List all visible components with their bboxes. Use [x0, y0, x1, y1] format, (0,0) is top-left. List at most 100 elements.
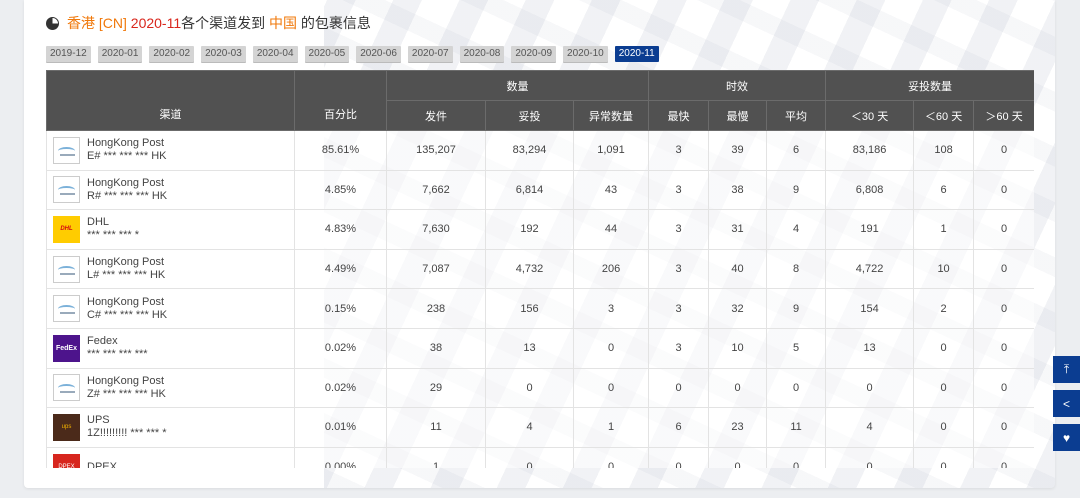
title-destination: 中国 — [269, 15, 298, 31]
channel-text: DHL *** *** *** * — [87, 216, 139, 242]
cell-abnormal: 43 — [572, 169, 650, 211]
channel-info: HongKong Post C# *** *** *** HK — [53, 295, 294, 323]
cell-avg: 8 — [766, 248, 827, 290]
cell-fast: 3 — [648, 288, 710, 329]
channel-name[interactable]: HongKong Post — [87, 375, 166, 388]
cell-pct: 4.85% — [294, 169, 387, 211]
cell-avg: 9 — [766, 288, 827, 329]
carrier-logo-icon — [53, 374, 80, 402]
channel-info: DPEX DPEX — [53, 453, 294, 468]
heart-icon[interactable]: ♥ — [1053, 424, 1080, 451]
cell-sent: 38 — [386, 327, 486, 369]
cell-delivered: 4,732 — [485, 248, 574, 290]
month-tab-2020-02[interactable]: 2020-02 — [149, 46, 195, 62]
channel-text: HongKong Post C# *** *** *** HK — [87, 296, 167, 322]
cell-gt60: 0 — [973, 248, 1034, 290]
channel-name[interactable]: HongKong Post — [87, 296, 167, 309]
carrier-logo-icon — [53, 295, 80, 323]
carrier-logo-icon — [53, 255, 80, 283]
channel-code: 1Z!!!!!!!!! *** *** * — [87, 427, 167, 440]
cell-avg: 5 — [766, 327, 827, 369]
cell-slow: 32 — [708, 288, 768, 329]
cell-delivered: 0 — [485, 446, 574, 468]
month-tab-2020-06[interactable]: 2020-06 — [356, 46, 401, 62]
back-to-top-icon[interactable]: ⤒ — [1053, 356, 1080, 383]
cell-lt30: 6,808 — [825, 169, 915, 211]
header-channel: 渠道 — [46, 70, 295, 131]
cell-sent: 7,087 — [386, 248, 486, 290]
carrier-logo-icon — [53, 176, 80, 204]
channel-name[interactable]: HongKong Post — [87, 256, 165, 269]
cell-lt60: 10 — [913, 248, 975, 290]
month-tab-2020-10[interactable]: 2020-10 — [563, 46, 608, 62]
channel-name[interactable]: HongKong Post — [87, 177, 167, 190]
cell-slow: 39 — [708, 130, 768, 171]
header-time-group: 时效 — [648, 70, 827, 101]
cell-abnormal: 0 — [572, 367, 650, 409]
cell-slow: 0 — [708, 367, 768, 409]
cell-avg: 0 — [766, 367, 827, 409]
cell-gt60: 0 — [973, 288, 1034, 329]
month-tab-2020-09[interactable]: 2020-09 — [511, 46, 557, 62]
share-icon[interactable]: < — [1053, 390, 1080, 417]
month-tab-2020-08[interactable]: 2020-08 — [459, 46, 505, 62]
month-tab-2020-07[interactable]: 2020-07 — [407, 46, 453, 62]
channel-cell: HongKong Post E# *** *** *** HK — [46, 130, 295, 171]
channel-name[interactable]: UPS — [87, 414, 166, 427]
channel-name[interactable]: Fedex — [87, 335, 148, 348]
header-lt60: ＜60 天 — [913, 100, 975, 131]
cell-fast: 3 — [648, 130, 710, 171]
header-sent: 发件 — [386, 100, 486, 131]
channel-name[interactable]: DPEX — [87, 461, 117, 468]
cell-delivered: 13 — [485, 327, 574, 369]
cell-slow: 31 — [708, 209, 768, 250]
cell-pct: 0.15% — [294, 288, 387, 329]
cell-lt60: 0 — [913, 327, 975, 369]
header-slowest: 最慢 — [708, 100, 768, 131]
title-period: 2020-11 — [130, 15, 182, 31]
cell-slow: 40 — [708, 248, 768, 290]
channel-code: *** *** *** *** — [87, 348, 148, 361]
header-lt30: ＜30 天 — [825, 100, 915, 131]
cell-delivered: 83,294 — [485, 130, 574, 171]
channel-text: DPEX — [87, 461, 117, 468]
cell-sent: 1 — [386, 446, 486, 468]
carrier-logo-icon: DHL — [53, 215, 80, 243]
cell-lt60: 6 — [913, 169, 975, 211]
table-row: HongKong Post L# *** *** *** HK 4.49% 7,087… — [46, 248, 1034, 290]
cell-delivered: 192 — [485, 209, 574, 250]
cell-avg: 9 — [766, 169, 827, 211]
cell-abnormal: 44 — [572, 209, 650, 250]
month-tab-2020-05[interactable]: 2020-05 — [304, 46, 350, 62]
channel-info: ups UPS 1Z!!!!!!!!! *** *** * — [53, 413, 294, 441]
cell-sent: 7,630 — [386, 209, 486, 250]
cell-slow: 38 — [708, 169, 768, 211]
channel-info: HongKong Post R# *** *** *** HK — [53, 176, 294, 204]
cell-avg: 0 — [766, 446, 827, 468]
channel-text: UPS 1Z!!!!!!!!! *** *** * — [87, 414, 166, 440]
channel-text: HongKong Post R# *** *** *** HK — [87, 177, 167, 203]
channel-text: HongKong Post E# *** *** *** HK — [87, 137, 167, 163]
month-tab-2020-04[interactable]: 2020-04 — [252, 46, 298, 62]
cell-pct: 85.61% — [294, 130, 387, 171]
cell-lt30: 4,722 — [825, 248, 915, 290]
channel-text: HongKong Post L# *** *** *** HK — [87, 256, 165, 282]
channel-info: HongKong Post L# *** *** *** HK — [53, 255, 294, 283]
channel-cell: DHL DHL *** *** *** * — [46, 209, 295, 250]
cell-abnormal: 206 — [572, 248, 650, 290]
month-tab-2020-11[interactable]: 2020-11 — [614, 46, 659, 62]
channel-cell: HongKong Post C# *** *** *** HK — [46, 288, 295, 329]
cell-fast: 0 — [648, 367, 710, 409]
cell-sent: 238 — [386, 288, 486, 329]
header-gt60: ＞60 天 — [973, 100, 1034, 131]
cell-abnormal: 1,091 — [572, 130, 650, 171]
main-card: 香港 [CN] 2020-11 各个渠道发到 中国 的包裹信息 2019-12 2… — [24, 0, 1055, 488]
channel-name[interactable]: HongKong Post — [87, 137, 167, 150]
cell-gt60: 0 — [973, 407, 1034, 448]
channel-name[interactable]: DHL — [87, 216, 139, 229]
cell-lt60: 2 — [913, 288, 975, 329]
pie-chart-icon — [46, 16, 59, 30]
month-tab-2020-03[interactable]: 2020-03 — [201, 46, 246, 62]
month-tab-2019-12[interactable]: 2019-12 — [46, 46, 91, 62]
month-tab-2020-01[interactable]: 2020-01 — [97, 46, 143, 62]
